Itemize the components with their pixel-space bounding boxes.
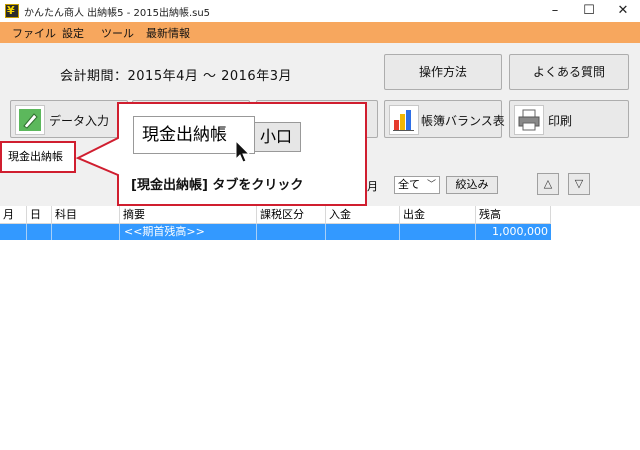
callout-instruction: [現金出納帳] タブをクリック <box>131 178 304 193</box>
print-button[interactable]: 印刷 <box>509 100 629 138</box>
data-entry-button[interactable]: データ入力 <box>10 100 128 138</box>
accounting-period: 会計期間：2015年4月 〜 2016年3月 <box>60 69 292 84</box>
col-summary[interactable]: 摘要 <box>120 206 257 224</box>
howto-button[interactable]: 操作方法 <box>384 54 502 90</box>
col-withdrawal[interactable]: 出金 <box>400 206 476 224</box>
app-icon: ¥ <box>5 4 19 18</box>
col-account[interactable]: 科目 <box>52 206 120 224</box>
col-day[interactable]: 日 <box>27 206 52 224</box>
cell-balance: 1,000,000 <box>492 225 548 238</box>
print-label: 印刷 <box>548 114 573 128</box>
ledger-header: 月 日 科目 摘要 課税区分 入金 出金 残高 <box>0 206 551 224</box>
bar-chart-icon <box>389 105 419 135</box>
minimize-button[interactable]: – <box>538 0 572 22</box>
tab-cash-ledger[interactable]: 現金出納帳 <box>0 141 76 173</box>
col-balance[interactable]: 残高 <box>476 206 551 224</box>
menu-news[interactable]: 最新情報 <box>146 25 190 41</box>
cell-withdrawal <box>400 224 476 240</box>
menu-file[interactable]: ファイル <box>12 25 56 41</box>
move-up-button[interactable]: △ <box>537 173 559 195</box>
move-down-button[interactable]: ▽ <box>568 173 590 195</box>
col-deposit[interactable]: 入金 <box>326 206 400 224</box>
menu-bar: ファイル 設定 ツール 最新情報 <box>0 22 640 43</box>
maximize-button[interactable]: ☐ <box>572 0 606 22</box>
menu-settings[interactable]: 設定 <box>62 25 84 41</box>
faq-button[interactable]: よくある質問 <box>509 54 629 90</box>
month-filter-select[interactable]: 全て ﹀ <box>394 176 440 194</box>
pencil-icon <box>15 105 45 135</box>
month-label: 月 <box>367 180 378 193</box>
window-title: かんたん商人 出納帳5 - 2015出納帳.su5 <box>24 8 211 19</box>
cell-summary: <<期首残高>> <box>120 224 257 240</box>
col-month[interactable]: 月 <box>0 206 27 224</box>
narrow-button[interactable]: 絞込み <box>446 176 498 194</box>
balance-sheet-button[interactable]: 帳簿バランス表 <box>384 100 505 138</box>
cursor-arrow-icon <box>235 140 251 163</box>
cell-day <box>27 224 52 240</box>
month-filter-value: 全て <box>398 178 420 191</box>
chevron-down-icon: ﹀ <box>426 180 436 190</box>
cell-deposit <box>326 224 400 240</box>
col-tax-category[interactable]: 課税区分 <box>257 206 326 224</box>
zoom-tab-petty-cash: 小口 <box>255 122 301 152</box>
table-row[interactable]: <<期首残高>> 1,000,000 <box>0 224 551 240</box>
menu-tools[interactable]: ツール <box>101 25 134 41</box>
cell-tax <box>257 224 326 240</box>
cell-month <box>0 224 27 240</box>
cell-account <box>52 224 120 240</box>
close-button[interactable]: ✕ <box>606 0 640 22</box>
title-bar: ¥ かんたん商人 出納帳5 - 2015出納帳.su5 – ☐ ✕ <box>0 0 640 22</box>
data-entry-label: データ入力 <box>49 114 110 128</box>
printer-icon <box>514 105 544 135</box>
balance-sheet-label: 帳簿バランス表 <box>421 114 505 128</box>
